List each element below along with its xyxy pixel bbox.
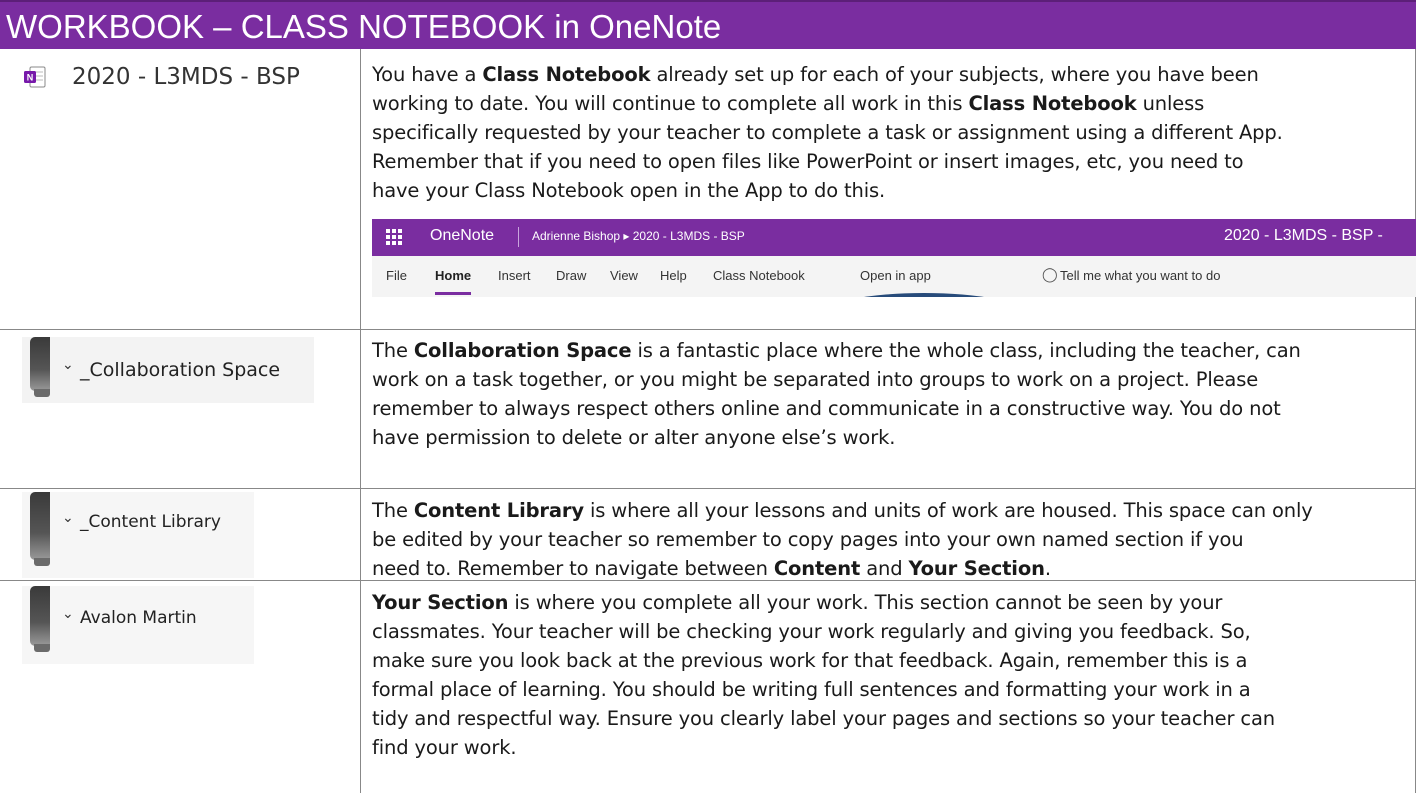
text-line: find your work. [372, 733, 1412, 762]
titlebar-divider [518, 227, 519, 247]
text-line: classmates. Your teacher will be checkin… [372, 617, 1412, 646]
text-run: classmates. Your teacher will be checkin… [372, 620, 1251, 643]
open-in-app-button[interactable]: Open in app [860, 268, 931, 283]
text-line: working to date. You will continue to co… [372, 89, 1412, 118]
content-library-description: The Content Library is where all your le… [372, 496, 1412, 583]
section-label: _Content Library [80, 512, 221, 532]
section-tab-icon [30, 337, 50, 397]
tab-class-notebook[interactable]: Class Notebook [713, 268, 805, 283]
tab-insert[interactable]: Insert [498, 268, 531, 283]
highlight-oval [824, 293, 1024, 297]
text-line: remember to always respect others online… [372, 394, 1412, 423]
content-library-section-tab: ⌄ _Content Library [22, 492, 254, 578]
breadcrumb[interactable]: Adrienne Bishop ▸ 2020 - L3MDS - BSP [532, 229, 745, 243]
text-line: have your Class Notebook open in the App… [372, 176, 1412, 205]
text-run: need to. Remember to navigate between [372, 557, 774, 580]
section-label: _Collaboration Space [80, 359, 281, 381]
collaboration-section-tab: ⌄ _Collaboration Space [22, 337, 314, 403]
class-notebook-description: You have a Class Notebook already set up… [372, 60, 1412, 205]
text-run: Remember that if you need to open files … [372, 150, 1244, 173]
bold-term: Class Notebook [968, 92, 1137, 115]
tab-help[interactable]: Help [660, 268, 687, 283]
section-label: Avalon Martin [80, 608, 197, 628]
text-run: You have a [372, 63, 483, 86]
text-run: . [1044, 557, 1051, 580]
lightbulb-icon: ◯ [1042, 267, 1058, 283]
section-tab-icon [30, 586, 50, 652]
text-line: You have a Class Notebook already set up… [372, 60, 1412, 89]
column-divider [360, 49, 361, 793]
row-divider [0, 329, 1416, 330]
row-divider [0, 488, 1416, 489]
ribbon-tabs: File Home Insert Draw View Help Class No… [372, 256, 1416, 297]
text-run: work on a task together, or you might be… [372, 368, 1259, 391]
tab-file[interactable]: File [386, 268, 407, 283]
text-line: tidy and respectful way. Ensure you clea… [372, 704, 1412, 733]
text-run: working to date. You will continue to co… [372, 92, 969, 115]
text-line: specifically requested by your teacher t… [372, 118, 1412, 147]
tab-home[interactable]: Home [435, 268, 471, 283]
bold-term: Content [773, 557, 861, 580]
text-run: remember to always respect others online… [372, 397, 1281, 420]
text-run: already set up for each of your subjects… [650, 63, 1259, 86]
your-section-description: Your Section is where you complete all y… [372, 588, 1412, 762]
tab-draw[interactable]: Draw [556, 268, 586, 283]
onenote-app-name[interactable]: OneNote [430, 227, 494, 245]
workbook-header: WORKBOOK – CLASS NOTEBOOK in OneNote [0, 0, 1416, 49]
text-line: formal place of learning. You should be … [372, 675, 1412, 704]
section-tab-icon [30, 492, 50, 566]
text-run: unless [1136, 92, 1205, 115]
bold-term: Your Section [372, 591, 509, 614]
app-launcher-icon[interactable] [386, 229, 402, 245]
onenote-titlebar: OneNote Adrienne Bishop ▸ 2020 - L3MDS -… [372, 219, 1416, 256]
text-run: and [860, 557, 909, 580]
text-run: be edited by your teacher so remember to… [372, 528, 1244, 551]
text-run: have your Class Notebook open in the App… [372, 179, 886, 202]
text-line: Remember that if you need to open files … [372, 147, 1412, 176]
notebook-name: 2020 - L3MDS - BSP [72, 64, 300, 90]
bold-term: Content Library [413, 499, 584, 522]
chevron-down-icon: ⌄ [62, 357, 74, 373]
onenote-screenshot: OneNote Adrienne Bishop ▸ 2020 - L3MDS -… [372, 219, 1416, 297]
text-line: work on a task together, or you might be… [372, 365, 1412, 394]
text-line: have permission to delete or alter anyon… [372, 423, 1412, 452]
text-run: find your work. [372, 736, 517, 759]
text-line: be edited by your teacher so remember to… [372, 525, 1412, 554]
bold-term: Your Section [908, 557, 1045, 580]
tab-view[interactable]: View [610, 268, 638, 283]
tell-me-search[interactable]: Tell me what you want to do [1060, 268, 1220, 283]
student-section-tab: ⌄ Avalon Martin [22, 586, 254, 664]
text-line: make sure you look back at the previous … [372, 646, 1412, 675]
svg-text:N: N [27, 73, 34, 83]
text-run: formal place of learning. You should be … [372, 678, 1251, 701]
text-run: have permission to delete or alter anyon… [372, 426, 896, 449]
page-title: WORKBOOK – CLASS NOTEBOOK in OneNote [6, 8, 722, 45]
text-line: Your Section is where you complete all y… [372, 588, 1412, 617]
text-run: is where all your lessons and units of w… [583, 499, 1313, 522]
text-run: The [372, 499, 414, 522]
notebook-title[interactable]: 2020 - L3MDS - BSP - [1224, 227, 1383, 245]
active-tab-indicator [435, 292, 471, 295]
bold-term: Class Notebook [482, 63, 651, 86]
text-run: is a fantastic place where the whole cla… [631, 339, 1301, 362]
text-run: make sure you look back at the previous … [372, 649, 1248, 672]
chevron-down-icon: ⌄ [62, 510, 74, 526]
text-line: The Collaboration Space is a fantastic p… [372, 336, 1412, 365]
bold-term: Collaboration Space [413, 339, 632, 362]
text-run: is where you complete all your work. Thi… [508, 591, 1223, 614]
onenote-icon: N [24, 66, 46, 88]
text-run: specifically requested by your teacher t… [372, 121, 1283, 144]
chevron-down-icon: ⌄ [62, 606, 74, 622]
text-line: need to. Remember to navigate between Co… [372, 554, 1412, 583]
collaboration-space-description: The Collaboration Space is a fantastic p… [372, 336, 1412, 452]
text-run: tidy and respectful way. Ensure you clea… [372, 707, 1275, 730]
text-line: The Content Library is where all your le… [372, 496, 1412, 525]
text-run: The [372, 339, 414, 362]
